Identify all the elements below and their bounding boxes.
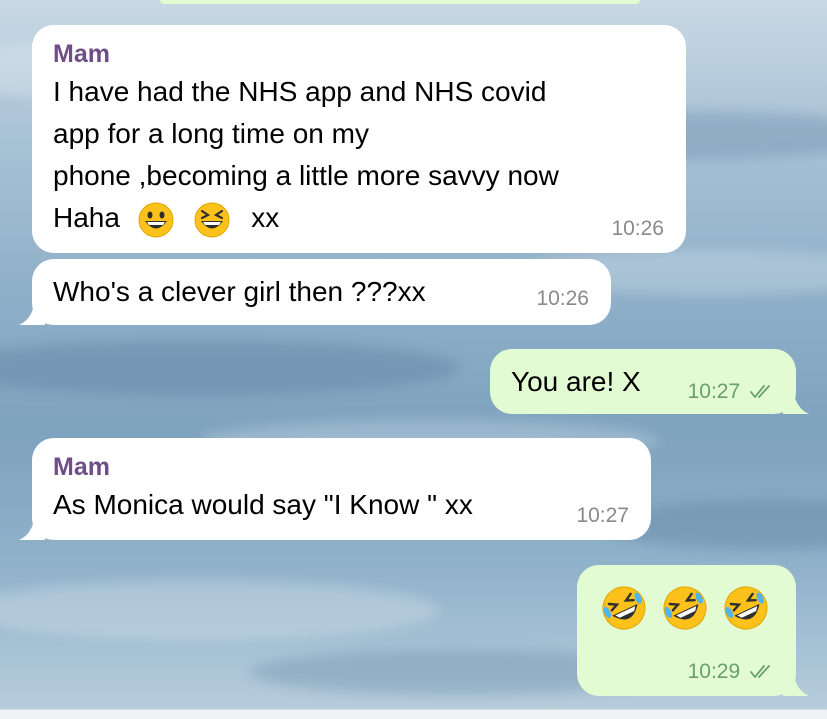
message-timestamp: 10:26 xyxy=(536,287,589,310)
double-check-icon xyxy=(750,665,770,679)
message-timestamp: 10:26 xyxy=(611,217,664,240)
message-text-xx: xx xyxy=(251,202,280,233)
sender-name[interactable]: Mam xyxy=(53,450,631,484)
message-bubble-incoming[interactable]: Mam As Monica would say "I Know " xx 10:… xyxy=(19,438,651,540)
laughing-squinting-face-emoji xyxy=(194,202,230,238)
message-text-haha: Haha xyxy=(53,202,120,233)
message-bubble-outgoing[interactable]: 10:29 xyxy=(577,565,809,696)
double-check-icon xyxy=(750,385,770,399)
bubble-tail xyxy=(19,299,45,325)
message-line: phone ,becoming a little more savvy now xyxy=(53,160,559,191)
rolling-on-floor-laughing-emoji xyxy=(721,583,771,633)
previous-message-edge xyxy=(160,0,640,4)
message-text: Who's a clever girl then ???xx xyxy=(53,276,426,307)
message-bubble-incoming[interactable]: Who's a clever girl then ???xx 10:26 xyxy=(19,259,611,325)
bubble-tail xyxy=(783,388,809,414)
timestamp-text: 10:29 xyxy=(687,660,741,683)
message-text: As Monica would say "I Know " xx xyxy=(53,489,473,520)
message-timestamp: 10:27 xyxy=(576,504,629,527)
input-bar-edge xyxy=(0,709,827,719)
message-line: Haha xx xyxy=(53,197,666,239)
rolling-on-floor-laughing-emoji xyxy=(660,583,710,633)
bubble-tail xyxy=(783,670,809,696)
message-timestamp: 10:27 xyxy=(688,380,774,404)
message-timestamp: 10:29 xyxy=(688,660,774,684)
sender-name[interactable]: Mam xyxy=(53,37,666,71)
bubble-tail xyxy=(19,514,45,540)
message-line: I have had the NHS app and NHS covid xyxy=(53,76,547,107)
message-line: app for a long time on my xyxy=(53,118,369,149)
message-bubble-outgoing[interactable]: You are! X 10:27 xyxy=(490,349,809,414)
grinning-face-emoji xyxy=(138,202,174,238)
message-text: I have had the NHS app and NHS covid app… xyxy=(53,71,666,239)
message-bubble-incoming[interactable]: Mam I have had the NHS app and NHS covid… xyxy=(32,25,686,253)
emoji-row xyxy=(599,583,796,633)
timestamp-text: 10:27 xyxy=(687,380,741,403)
rolling-on-floor-laughing-emoji xyxy=(599,583,649,633)
